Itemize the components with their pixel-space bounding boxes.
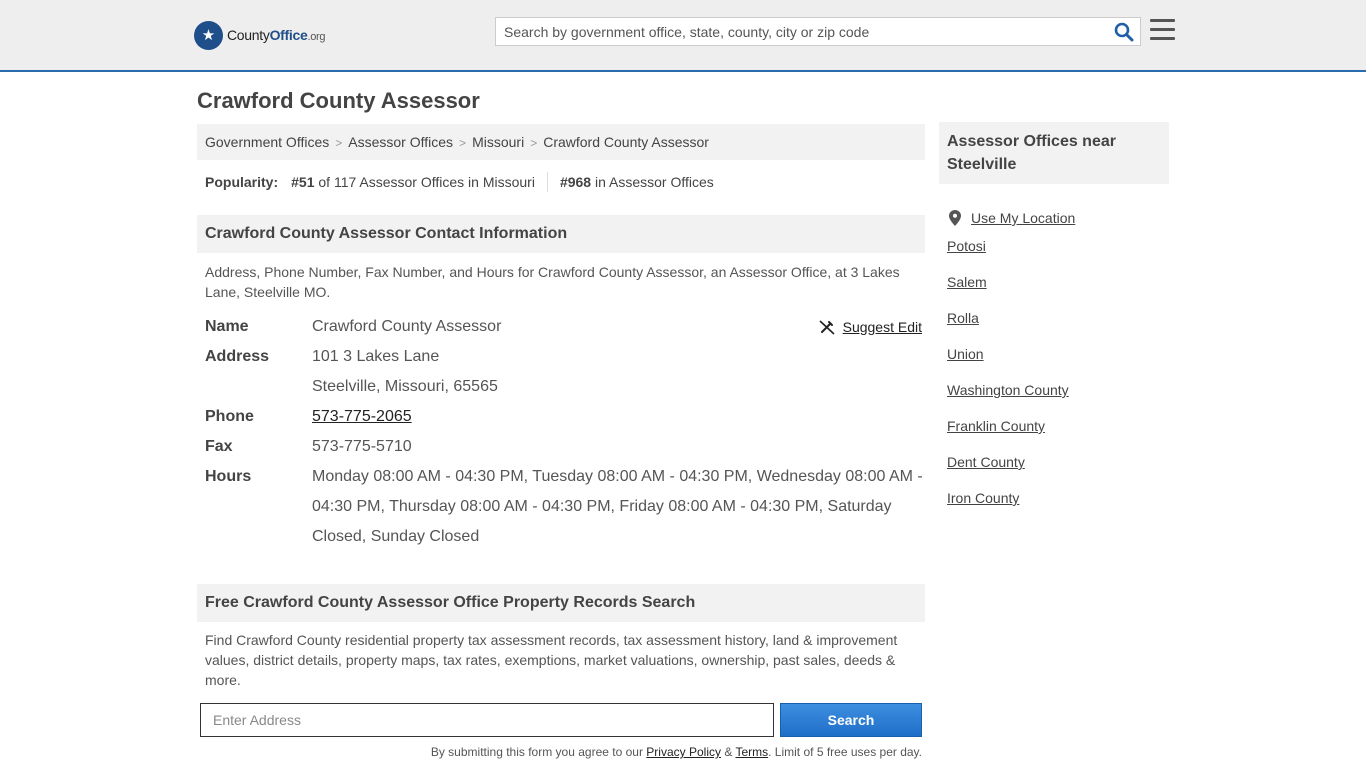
nearby-link-washington-county[interactable]: Washington County (947, 382, 1069, 398)
contact-info: Name Crawford County Assessor Suggest Ed… (205, 312, 925, 552)
disclaimer-amp: & (724, 745, 733, 759)
nearby-link-salem[interactable]: Salem (947, 274, 987, 290)
privacy-policy-link[interactable]: Privacy Policy (646, 745, 721, 759)
suggest-edit[interactable]: Suggest Edit (819, 312, 922, 342)
logo-text: CountyOffice.org (227, 27, 326, 43)
phone-row: Phone 573-775-2065 (205, 402, 925, 432)
address-search-form: Search (200, 703, 922, 737)
logo-org: .org (307, 31, 326, 43)
records-description: Find Crawford County residential propert… (205, 632, 898, 688)
list-item: Rolla (947, 308, 1169, 344)
list-item: Union (947, 344, 1169, 380)
popularity: Popularity: #51 of 117 Assessor Offices … (205, 172, 714, 192)
popularity-rank-national: #968 (559, 174, 592, 190)
search-icon[interactable] (1114, 22, 1134, 42)
hamburger-menu-icon[interactable] (1150, 19, 1175, 41)
name-row: Name Crawford County Assessor Suggest Ed… (205, 312, 925, 342)
fax-row: Fax 573-775-5710 (205, 432, 925, 462)
address-row: Address 101 3 Lakes Lane (205, 342, 925, 372)
fax-value: 573-775-5710 (312, 438, 412, 455)
list-item: Iron County (947, 488, 1169, 524)
terms-link[interactable]: Terms (735, 745, 768, 759)
hours-label: Hours (205, 468, 252, 485)
nearby-link-union[interactable]: Union (947, 346, 984, 362)
logo-office: Office (269, 27, 308, 43)
eagle-seal-icon: ★ (194, 20, 223, 50)
disclaimer-pre: By submitting this form you agree to our (430, 745, 643, 759)
address-input[interactable] (200, 703, 774, 737)
list-item: Dent County (947, 452, 1169, 488)
edit-icon (819, 320, 835, 335)
use-my-location[interactable]: Use My Location (947, 200, 1169, 236)
breadcrumb-separator: > (530, 136, 538, 150)
site-search-input[interactable] (496, 18, 1096, 45)
breadcrumb-missouri[interactable]: Missouri (472, 134, 524, 150)
nearby-offices-list: Use My Location Potosi Salem Rolla Union… (947, 200, 1169, 524)
use-my-location-link[interactable]: Use My Location (971, 208, 1075, 228)
site-header: ★ CountyOffice.org (0, 0, 1366, 72)
nearby-link-dent-county[interactable]: Dent County (947, 454, 1025, 470)
suggest-edit-link[interactable]: Suggest Edit (843, 312, 922, 342)
records-heading: Free Crawford County Assessor Office Pro… (197, 584, 925, 622)
form-disclaimer: By submitting this form you agree to our… (200, 745, 922, 759)
address-label: Address (205, 348, 270, 365)
name-label: Name (205, 318, 249, 335)
phone-link[interactable]: 573-775-2065 (312, 408, 412, 425)
breadcrumb-separator: > (459, 136, 467, 150)
page-title: Crawford County Assessor (197, 88, 480, 113)
hours-row: Hours Monday 08:00 AM - 04:30 PM, Tuesda… (205, 462, 925, 552)
address-line1: 101 3 Lakes Lane (312, 348, 440, 365)
breadcrumb: Government Offices > Assessor Offices > Miss… (197, 124, 925, 160)
nearby-link-rolla[interactable]: Rolla (947, 310, 979, 326)
fax-label: Fax (205, 438, 233, 455)
contact-heading: Crawford County Assessor Contact Informa… (197, 215, 925, 253)
disclaimer-post: . Limit of 5 free uses per day. (768, 745, 922, 759)
hours-value: Monday 08:00 AM - 04:30 PM, Tuesday 08:0… (312, 468, 923, 545)
address-row-2: Steelville, Missouri, 65565 (205, 372, 925, 402)
breadcrumb-separator: > (335, 136, 343, 150)
map-pin-icon (949, 210, 961, 226)
phone-label: Phone (205, 408, 254, 425)
logo-county: County (227, 27, 270, 43)
popularity-rank-state-text: of 117 Assessor Offices in Missouri (318, 174, 535, 190)
popularity-divider (546, 172, 548, 192)
breadcrumb-current[interactable]: Crawford County Assessor (543, 134, 709, 150)
breadcrumb-assessor-offices[interactable]: Assessor Offices (348, 134, 453, 150)
list-item: Potosi (947, 236, 1169, 272)
list-item: Franklin County (947, 416, 1169, 452)
breadcrumb-government-offices[interactable]: Government Offices (205, 134, 329, 150)
nearby-link-franklin-county[interactable]: Franklin County (947, 418, 1045, 434)
nearby-link-iron-county[interactable]: Iron County (947, 490, 1019, 506)
popularity-rank-state: #51 (291, 174, 315, 190)
sidebar-heading: Assessor Offices near Steelville (939, 122, 1169, 184)
site-logo[interactable]: ★ CountyOffice.org (194, 20, 326, 50)
site-search (495, 17, 1141, 46)
contact-description: Address, Phone Number, Fax Number, and H… (205, 264, 900, 300)
list-item: Salem (947, 272, 1169, 308)
popularity-label: Popularity: (205, 174, 279, 190)
list-item: Washington County (947, 380, 1169, 416)
nearby-link-potosi[interactable]: Potosi (947, 238, 986, 254)
popularity-rank-national-text: in Assessor Offices (595, 174, 714, 190)
address-search-button[interactable]: Search (780, 703, 922, 737)
address-line2: Steelville, Missouri, 65565 (312, 378, 498, 395)
